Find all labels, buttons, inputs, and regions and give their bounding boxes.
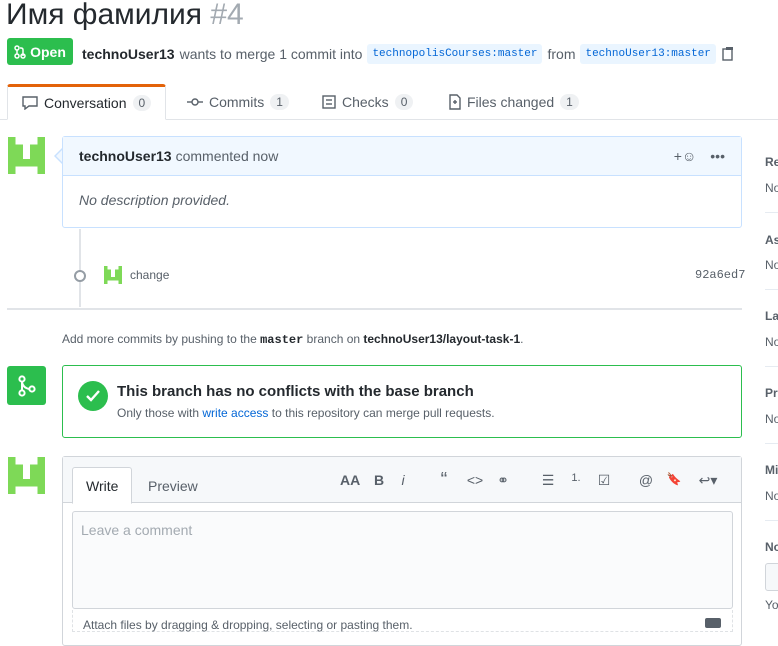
merge-sub-prefix: Only those with	[117, 406, 200, 420]
sidebar-divider	[765, 212, 778, 213]
pr-number: #4	[210, 0, 244, 31]
comment-box: technoUser13 commented now +☺ ••• No des…	[62, 136, 742, 228]
editor-toolbar: Write Preview AA B i “ <> ⚭ ☰ 1. ☑ @ 🔖 ↩…	[63, 457, 741, 504]
numbered-list-icon[interactable]: 1.	[566, 472, 586, 484]
commit-row: change	[104, 266, 169, 284]
copy-icon[interactable]	[721, 46, 735, 62]
tab-counter: 1	[560, 94, 579, 110]
tab-label: Commits	[209, 94, 265, 110]
merge-subtitle: Only those with write access to this rep…	[117, 406, 495, 420]
merge-title: This branch has no conflicts with the ba…	[117, 383, 474, 400]
tab-commits[interactable]: Commits 1	[173, 84, 303, 120]
pr-author-link[interactable]: technoUser13	[82, 46, 175, 62]
tab-label: Files changed	[467, 94, 555, 110]
checklist-icon	[322, 95, 336, 109]
tab-counter: 0	[394, 94, 414, 110]
bulleted-list-icon[interactable]: ☰	[538, 472, 558, 489]
check-circle-icon	[78, 381, 108, 411]
push-note-suffix: .	[520, 332, 524, 346]
sidebar-assignees-label[interactable]: As	[765, 233, 778, 247]
merge-box	[62, 365, 742, 438]
pull-request-icon	[14, 44, 26, 59]
code-icon[interactable]: <>	[465, 472, 485, 488]
push-note-prefix: Add more commits by pushing to the	[62, 332, 257, 346]
sidebar-milestone-value: No	[765, 489, 778, 503]
text-size-icon[interactable]: AA	[340, 472, 360, 488]
sidebar-assignees-value: No	[765, 258, 778, 272]
notifications-button[interactable]	[765, 563, 778, 591]
markdown-icon[interactable]	[705, 618, 721, 628]
status-label: Open	[30, 43, 66, 60]
sidebar-projects-label[interactable]: Pr	[765, 386, 778, 400]
tab-counter: 1	[270, 94, 289, 110]
tab-checks[interactable]: Checks 0	[308, 84, 427, 120]
commit-sha[interactable]: 92a6ed7	[695, 268, 745, 282]
timeline-line	[79, 229, 81, 307]
italic-icon[interactable]: i	[393, 472, 413, 488]
comment-textarea[interactable]: Leave a comment	[72, 511, 733, 609]
sidebar-labels-value: No	[765, 335, 778, 349]
task-list-icon[interactable]: ☑	[594, 472, 614, 489]
sidebar-reviewers-label[interactable]: Re	[765, 155, 778, 169]
sidebar-notifications-footer: You	[765, 598, 778, 612]
comment-header: technoUser13 commented now +☺ •••	[63, 137, 741, 176]
saved-reply-icon[interactable]: 🔖	[664, 472, 684, 486]
file-diff-icon	[449, 94, 461, 110]
sidebar-divider	[765, 366, 778, 367]
commit-dot-icon	[74, 270, 86, 282]
commit-icon	[187, 98, 203, 106]
sidebar-projects-value: No	[765, 412, 778, 426]
current-user-avatar[interactable]	[8, 457, 45, 494]
commit-author-avatar[interactable]	[104, 266, 122, 284]
timeline-divider	[7, 308, 742, 310]
mention-icon[interactable]: @	[636, 472, 656, 488]
sidebar-labels-label[interactable]: La	[765, 309, 778, 323]
more-options-icon[interactable]: •••	[710, 148, 725, 164]
commit-message[interactable]: change	[130, 268, 169, 282]
pr-title: Имя фамилия #4	[6, 0, 244, 38]
sidebar-reviewers-value: No	[765, 181, 778, 195]
comment-action: commented now	[175, 148, 279, 164]
attach-files-bar[interactable]: Attach files by dragging & dropping, sel…	[72, 610, 733, 632]
base-branch[interactable]: technopolisCourses:master	[367, 44, 543, 64]
tab-label: Checks	[342, 94, 389, 110]
push-note-middle: branch on	[306, 332, 361, 346]
tab-preview[interactable]: Preview	[135, 467, 211, 504]
sidebar-milestone-label[interactable]: Mi	[765, 463, 778, 477]
head-branch[interactable]: technoUser13:master	[580, 44, 716, 64]
git-merge-icon	[17, 374, 36, 397]
comment-actions: +☺ •••	[674, 148, 725, 164]
sidebar-notifications-label: No	[765, 540, 778, 554]
write-access-link[interactable]: write access	[202, 406, 268, 420]
comment-icon	[22, 96, 38, 110]
reply-dropdown-icon[interactable]: ↩▾	[693, 472, 723, 489]
quote-icon[interactable]: “	[434, 469, 454, 492]
pr-meta: technoUser13 wants to merge 1 commit int…	[82, 44, 735, 64]
comment-author[interactable]: technoUser13	[79, 148, 172, 164]
tab-label: Conversation	[44, 95, 127, 111]
tab-counter: 0	[132, 95, 152, 111]
tab-conversation[interactable]: Conversation 0	[7, 84, 167, 120]
merge-sub-suffix: to this repository can merge pull reques…	[271, 406, 495, 420]
link-icon[interactable]: ⚭	[493, 472, 513, 489]
avatar[interactable]	[8, 137, 45, 174]
sidebar-divider	[765, 289, 778, 290]
merge-status-icon	[7, 366, 46, 405]
status-badge: Open	[7, 38, 73, 65]
sidebar-divider	[765, 443, 778, 444]
merge-text: wants to merge 1 commit into	[179, 46, 363, 62]
sidebar-divider	[765, 520, 778, 521]
push-note-branch: master	[260, 333, 304, 347]
from-text: from	[547, 46, 576, 62]
tab-write[interactable]: Write	[72, 467, 133, 504]
pr-title-text: Имя фамилия	[6, 0, 203, 31]
push-note-repo[interactable]: technoUser13/layout-task-1	[363, 332, 520, 346]
comment-body: No description provided.	[79, 192, 230, 208]
tab-files-changed[interactable]: Files changed 1	[435, 84, 593, 120]
add-reaction-icon[interactable]: +☺	[674, 148, 696, 164]
bold-icon[interactable]: B	[369, 472, 389, 488]
push-note: Add more commits by pushing to the maste…	[62, 332, 523, 347]
